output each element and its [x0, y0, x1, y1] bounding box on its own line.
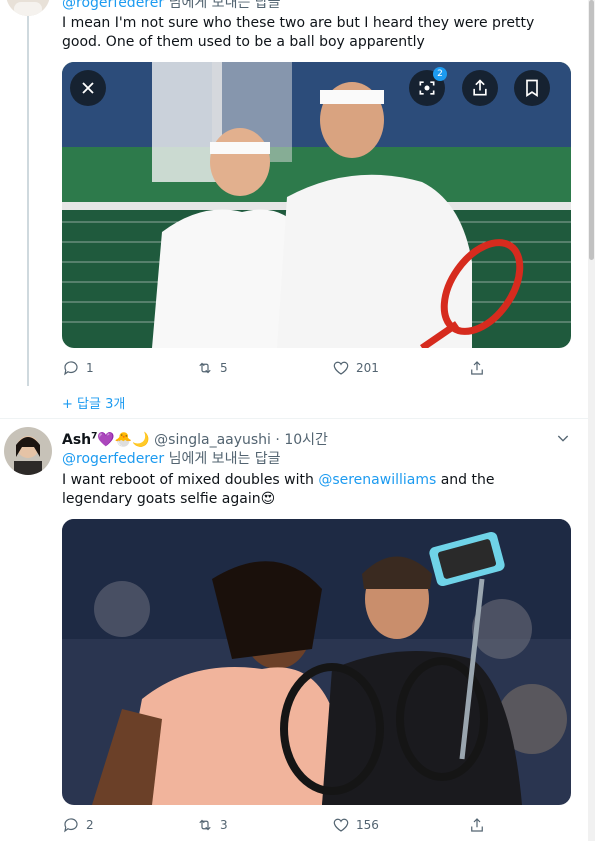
mention-link[interactable]: @serenawilliams	[318, 472, 436, 488]
user-handle[interactable]: @singla_aayushi	[154, 432, 271, 448]
like-count: 156	[356, 818, 379, 832]
reply-count: 1	[86, 361, 94, 375]
share-button[interactable]	[468, 359, 486, 377]
thread-line	[27, 0, 29, 386]
reply-context: @rogerfederer 님에게 보내는 답글	[62, 0, 281, 13]
retweet-count: 3	[220, 818, 228, 832]
bookmark-button[interactable]	[514, 70, 550, 106]
share-icon	[471, 361, 483, 375]
like-icon	[333, 361, 349, 375]
like-button[interactable]: 201	[332, 359, 379, 377]
tweet-photo[interactable]: 2	[62, 62, 571, 348]
retweet-icon	[199, 362, 211, 374]
retweet-count: 5	[220, 361, 228, 375]
more-options-button[interactable]	[555, 430, 571, 450]
tweet-text: I mean I'm not sure who these two are bu…	[62, 15, 535, 50]
retweet-button[interactable]: 5	[196, 359, 228, 377]
reply-button[interactable]: 2	[62, 816, 94, 834]
tweet-text: I want reboot of mixed doubles with @ser…	[62, 471, 567, 509]
reply-to-link[interactable]: @rogerfederer	[62, 0, 164, 11]
avatar[interactable]	[6, 0, 50, 16]
scrollbar[interactable]	[588, 0, 595, 841]
tweet-header: Ash7💜🐣🌙 @singla_aayushi · 10시간	[62, 429, 328, 449]
bookmark-icon	[526, 79, 538, 98]
tweet-photo[interactable]	[62, 519, 571, 805]
share-icon	[471, 818, 483, 832]
like-icon	[333, 818, 349, 832]
timestamp[interactable]: 10시간	[284, 432, 328, 448]
share-icon	[473, 79, 487, 96]
separator-dot: ·	[275, 432, 280, 448]
share-button[interactable]	[468, 816, 486, 834]
reply-to-suffix: 님에게 보내는 답글	[168, 451, 281, 467]
media-count-badge: 2	[433, 67, 447, 81]
tweet-text-start: I want reboot of mixed doubles with	[62, 472, 319, 488]
chevron-down-icon	[557, 435, 569, 442]
reply-count: 2	[86, 818, 94, 832]
reply-to-link[interactable]: @rogerfederer	[62, 451, 164, 467]
retweet-button[interactable]: 3	[196, 816, 228, 834]
show-replies-link[interactable]: + 답글 3개	[62, 393, 125, 412]
scan-media-button[interactable]: 2	[409, 67, 447, 106]
retweet-icon	[199, 819, 211, 831]
reply-to-suffix: 님에게 보내는 답글	[168, 0, 281, 11]
name-emojis: 💜🐣🌙	[97, 432, 150, 448]
divider	[0, 418, 595, 419]
reply-icon	[64, 361, 78, 376]
reply-icon	[64, 818, 78, 833]
reply-button[interactable]: 1	[62, 359, 94, 377]
share-media-button[interactable]	[462, 70, 498, 106]
like-button[interactable]: 156	[332, 816, 379, 834]
close-button[interactable]	[70, 70, 106, 106]
like-count: 201	[356, 361, 379, 375]
reply-context: @rogerfederer 님에게 보내는 답글	[62, 450, 281, 469]
close-icon	[82, 82, 94, 94]
display-name[interactable]: Ash	[62, 432, 91, 448]
avatar[interactable]	[4, 427, 52, 475]
scan-icon	[419, 81, 435, 95]
